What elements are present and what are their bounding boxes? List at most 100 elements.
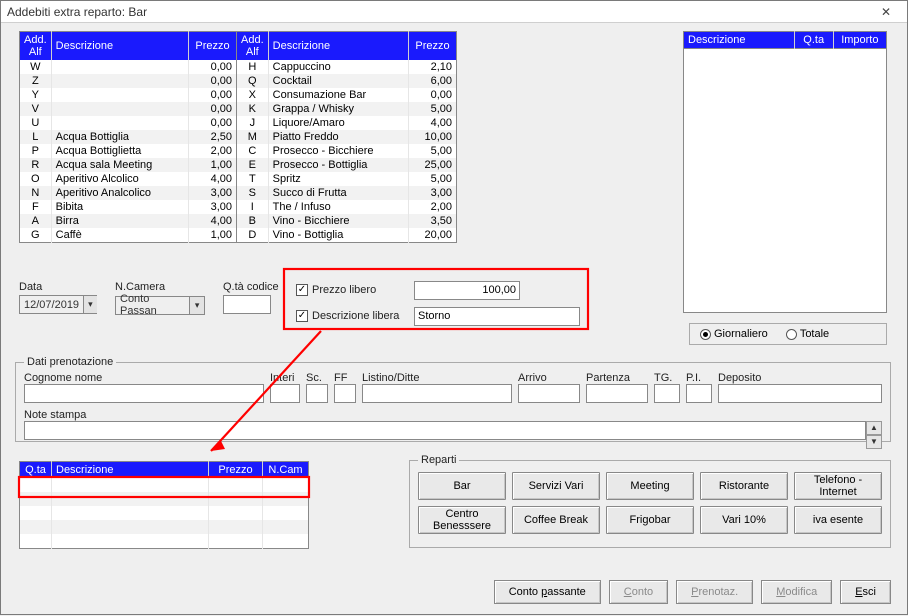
- input-deposito[interactable]: [718, 384, 882, 403]
- table-row[interactable]: GCaffè1,00: [20, 228, 237, 243]
- checkbox-descrizione-libera[interactable]: ✓: [296, 310, 308, 322]
- button-prenotaz[interactable]: Prenotaz.: [676, 580, 753, 604]
- table-row[interactable]: ABirra4,00: [20, 214, 237, 228]
- col-prezzo[interactable]: Prezzo: [189, 32, 237, 61]
- table-row[interactable]: HCappuccino2,10: [237, 60, 457, 74]
- dept-button[interactable]: iva esente: [794, 506, 882, 534]
- input-ff[interactable]: [334, 384, 356, 403]
- table-row[interactable]: QCocktail6,00: [237, 74, 457, 88]
- dept-button[interactable]: Vari 10%: [700, 506, 788, 534]
- table-row[interactable]: SSucco di Frutta3,00: [237, 186, 457, 200]
- checkbox-prezzo-libero[interactable]: ✓: [296, 284, 308, 296]
- table-row[interactable]: PAcqua Bottiglietta2,00: [20, 144, 237, 158]
- qtycode-input[interactable]: [223, 295, 271, 314]
- label-sc: Sc.: [306, 372, 328, 384]
- label-qta-codice: Q.tà codice: [223, 281, 279, 293]
- button-conto[interactable]: Conto: [609, 580, 668, 604]
- label-data: Data: [19, 281, 97, 293]
- dept-button[interactable]: Ristorante: [700, 472, 788, 500]
- table-row[interactable]: CProsecco - Bicchiere5,00: [237, 144, 457, 158]
- table-row[interactable]: Y0,00: [20, 88, 237, 102]
- table-row[interactable]: KGrappa / Whisky5,00: [237, 102, 457, 116]
- label-deposito: Deposito: [718, 372, 882, 384]
- table-row[interactable]: XConsumazione Bar0,00: [237, 88, 457, 102]
- table-row[interactable]: DVino - Bottiglia20,00: [237, 228, 457, 243]
- chevron-down-icon[interactable]: ▾: [83, 296, 97, 313]
- button-modifica[interactable]: Modifica: [761, 580, 832, 604]
- table-row[interactable]: U0,00: [20, 116, 237, 130]
- col-add-alf[interactable]: Add. Alf: [20, 32, 52, 61]
- label-listino: Listino/Ditte: [362, 372, 512, 384]
- charges-table[interactable]: Q.ta Descrizione Prezzo N.Cam: [19, 461, 309, 549]
- label-interi: Interi: [270, 372, 300, 384]
- table-row[interactable]: EProsecco - Bottiglia25,00: [237, 158, 457, 172]
- table-row[interactable]: JLiquore/Amaro4,00: [237, 116, 457, 130]
- table-row[interactable]: TSpritz5,00: [237, 172, 457, 186]
- chevron-down-icon[interactable]: ▾: [189, 297, 204, 314]
- date-combo[interactable]: 12/07/2019 ▾: [19, 295, 97, 314]
- input-listino[interactable]: [362, 384, 512, 403]
- table-row[interactable]: [20, 478, 309, 492]
- chevron-down-icon[interactable]: ▼: [866, 435, 882, 449]
- radio-totale[interactable]: Totale: [786, 328, 829, 340]
- col-desc2[interactable]: Descrizione: [268, 32, 408, 61]
- col-prezzo2[interactable]: Prezzo: [409, 32, 457, 61]
- table-row[interactable]: V0,00: [20, 102, 237, 116]
- dept-button[interactable]: Telefono - Internet: [794, 472, 882, 500]
- input-arrivo[interactable]: [518, 384, 580, 403]
- col-desc[interactable]: Descrizione: [51, 32, 188, 61]
- label-cognome: Cognome nome: [24, 372, 264, 384]
- table-row[interactable]: OAperitivo Alcolico4,00: [20, 172, 237, 186]
- summary-body[interactable]: [683, 49, 887, 313]
- input-sc[interactable]: [306, 384, 328, 403]
- table-row[interactable]: [20, 534, 309, 548]
- dept-button[interactable]: Meeting: [606, 472, 694, 500]
- summary-table[interactable]: Descrizione Q.ta Importo: [683, 31, 887, 49]
- label-ff: FF: [334, 372, 356, 384]
- dept-button[interactable]: Servizi Vari: [512, 472, 600, 500]
- titlebar: Addebiti extra reparto: Bar ✕: [1, 1, 907, 23]
- dept-button[interactable]: Frigobar: [606, 506, 694, 534]
- table-row[interactable]: Z0,00: [20, 74, 237, 88]
- table-row[interactable]: LAcqua Bottiglia2,50: [20, 130, 237, 144]
- items-table-right[interactable]: Add. Alf Descrizione Prezzo HCappuccino2…: [237, 31, 457, 243]
- input-cognome[interactable]: [24, 384, 264, 403]
- radio-giornaliero[interactable]: Giornaliero: [700, 328, 768, 340]
- table-row[interactable]: BVino - Bicchiere3,50: [237, 214, 457, 228]
- items-table-left[interactable]: Add. Alf Descrizione Prezzo W0,00Z0,00Y0…: [19, 31, 237, 243]
- table-row[interactable]: W0,00: [20, 60, 237, 74]
- label-note: Note stampa: [24, 409, 882, 421]
- input-prezzo-libero[interactable]: [414, 281, 520, 300]
- label-prezzo-libero: Prezzo libero: [312, 284, 414, 296]
- close-icon[interactable]: ✕: [871, 3, 901, 21]
- input-interi[interactable]: [270, 384, 300, 403]
- table-row[interactable]: NAperitivo Analcolico3,00: [20, 186, 237, 200]
- table-row[interactable]: [20, 506, 309, 520]
- dept-button[interactable]: Bar: [418, 472, 506, 500]
- input-partenza[interactable]: [586, 384, 648, 403]
- input-pi[interactable]: [686, 384, 712, 403]
- table-row[interactable]: FBibita3,00: [20, 200, 237, 214]
- label-tg: TG.: [654, 372, 680, 384]
- group-dati-prenotazione: Dati prenotazione Cognome nome Interi Sc…: [15, 356, 891, 442]
- label-descrizione-libera: Descrizione libera: [312, 310, 414, 322]
- input-note[interactable]: [24, 421, 866, 440]
- input-descrizione-libera[interactable]: [414, 307, 580, 326]
- table-row[interactable]: RAcqua sala Meeting1,00: [20, 158, 237, 172]
- col-add-alf2[interactable]: Add. Alf: [237, 32, 268, 61]
- group-reparti: Reparti BarServizi VariMeetingRistorante…: [409, 454, 891, 548]
- button-esci[interactable]: Esci: [840, 580, 891, 604]
- table-row[interactable]: MPiatto Freddo10,00: [237, 130, 457, 144]
- table-row[interactable]: IThe / Infuso2,00: [237, 200, 457, 214]
- dept-button[interactable]: Centro Benesssere: [418, 506, 506, 534]
- dept-button[interactable]: Coffee Break: [512, 506, 600, 534]
- table-row[interactable]: [20, 492, 309, 506]
- table-row[interactable]: [20, 520, 309, 534]
- room-combo[interactable]: Conto Passan ▾: [115, 296, 205, 315]
- input-tg[interactable]: [654, 384, 680, 403]
- button-conto-passante[interactable]: Conto passante: [494, 580, 601, 604]
- chevron-up-icon[interactable]: ▲: [866, 421, 882, 435]
- label-pi: P.I.: [686, 372, 712, 384]
- label-ncamera: N.Camera: [115, 281, 205, 293]
- legend-dati-prenotazione: Dati prenotazione: [24, 356, 116, 368]
